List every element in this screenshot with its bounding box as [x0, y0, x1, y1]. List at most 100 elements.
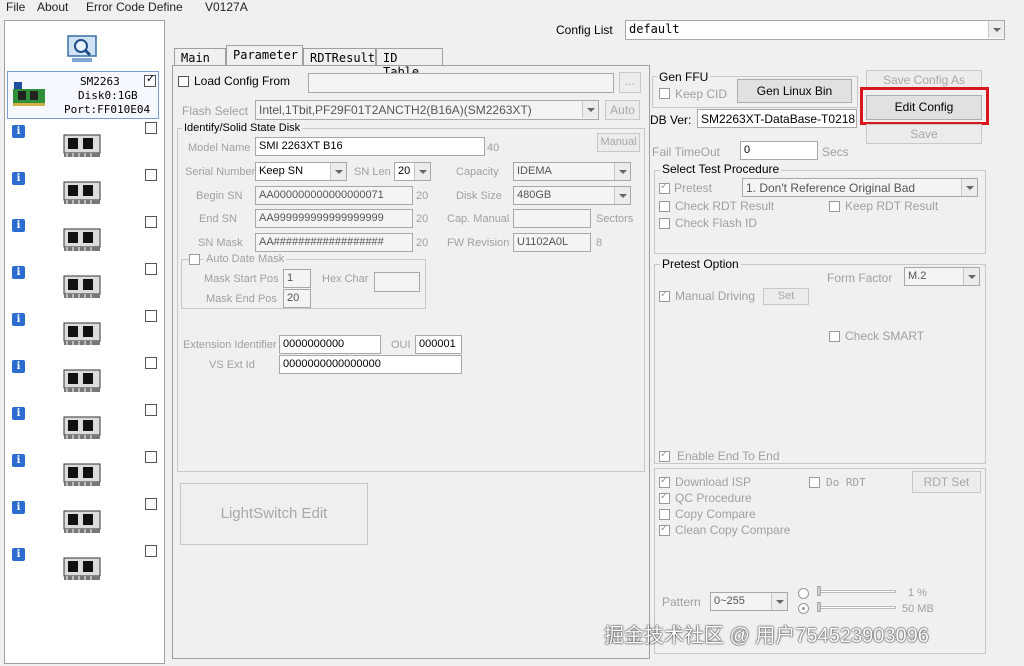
info-icon[interactable]: i: [12, 454, 25, 467]
sn-mask-input[interactable]: AA##################: [255, 233, 413, 252]
port-item[interactable]: i: [8, 498, 158, 541]
slider1-thumb[interactable]: [817, 586, 821, 596]
load-config-path-input[interactable]: [308, 73, 614, 93]
sn-len-combo[interactable]: 20: [394, 162, 431, 181]
model-name-input[interactable]: SMI 2263XT B16: [255, 137, 485, 156]
oui-input[interactable]: 000001: [415, 335, 462, 354]
port-item[interactable]: i: [8, 216, 158, 259]
cap-manual-input[interactable]: [513, 209, 591, 228]
gen-ffu-title: Gen FFU: [657, 70, 711, 84]
mask-start-pos-input[interactable]: 1: [283, 269, 311, 288]
port-checkbox[interactable]: [145, 357, 157, 369]
info-icon[interactable]: i: [12, 313, 25, 326]
clean-copy-compare-checkbox[interactable]: [659, 523, 670, 536]
port-checkbox[interactable]: [145, 404, 157, 416]
disk-size-combo[interactable]: 480GB: [513, 186, 631, 205]
port-item[interactable]: i: [8, 310, 158, 353]
port-item[interactable]: i: [8, 545, 158, 588]
serial-number-combo[interactable]: Keep SN: [255, 162, 347, 181]
serial-number-value: Keep SN: [259, 165, 304, 177]
gen-linux-bin-button[interactable]: Gen Linux Bin: [737, 79, 852, 103]
port-item[interactable]: i: [8, 357, 158, 400]
ssd-board-icon: [63, 510, 101, 533]
port-chip-label: SM2263: [80, 75, 120, 88]
check-smart-checkbox[interactable]: [829, 331, 840, 342]
port-checkbox[interactable]: [145, 169, 157, 181]
do-rdt-checkbox[interactable]: [809, 477, 820, 488]
slider2-track[interactable]: [818, 606, 896, 609]
manual-driving-set-button[interactable]: Set: [763, 288, 809, 305]
download-isp-checkbox[interactable]: [659, 475, 670, 488]
pretest-checkbox[interactable]: [659, 181, 670, 194]
check-flash-id-checkbox[interactable]: [659, 218, 670, 229]
info-icon[interactable]: i: [12, 219, 25, 232]
slider2-thumb[interactable]: [817, 602, 821, 612]
tab-rdt-result[interactable]: RDTResult: [303, 48, 376, 65]
flash-select-combo[interactable]: Intel,1Tbit,PF29F01T2ANCTH2(B16A)(SM2263…: [255, 100, 599, 120]
check-rdt-result-checkbox[interactable]: [659, 201, 670, 212]
auto-date-mask-checkbox[interactable]: [189, 254, 200, 265]
port-checkbox[interactable]: [145, 498, 157, 510]
info-icon[interactable]: i: [12, 407, 25, 420]
begin-sn-input[interactable]: AA000000000000000071: [255, 186, 413, 205]
info-icon[interactable]: i: [12, 548, 25, 561]
port-item[interactable]: i: [8, 451, 158, 494]
keep-cid-checkbox[interactable]: [659, 88, 670, 99]
port-checkbox[interactable]: [145, 545, 157, 557]
port-item[interactable]: i: [8, 169, 158, 212]
enable-end-to-end-checkbox[interactable]: [659, 449, 670, 462]
lightswitch-edit-button[interactable]: LightSwitch Edit: [180, 483, 368, 545]
flash-auto-button[interactable]: Auto: [605, 100, 640, 120]
scan-magnifier-icon[interactable]: [66, 34, 100, 64]
slider1-radio[interactable]: [798, 588, 809, 599]
port-checkbox[interactable]: [145, 216, 157, 228]
rdt-set-button[interactable]: RDT Set: [912, 471, 981, 493]
port-item-selected[interactable]: SM2263 Disk0:1GB Port:FF010E04 ✓: [7, 71, 159, 119]
sn-mask-len: 20: [416, 237, 429, 249]
manual-driving-checkbox[interactable]: [659, 289, 670, 302]
form-factor-combo[interactable]: M.2: [904, 267, 980, 286]
mask-end-pos-input[interactable]: 20: [283, 289, 311, 308]
port-item[interactable]: i: [8, 263, 158, 306]
menu-file[interactable]: File: [6, 0, 25, 14]
manual-button[interactable]: Manual: [597, 133, 640, 152]
port-checkbox[interactable]: [145, 451, 157, 463]
slider2-radio[interactable]: [798, 603, 809, 614]
port-checkbox[interactable]: [145, 263, 157, 275]
port-checkbox[interactable]: [145, 122, 157, 134]
load-config-checkbox[interactable]: [178, 76, 189, 87]
port-item[interactable]: i: [8, 122, 158, 165]
info-icon[interactable]: i: [12, 501, 25, 514]
info-icon[interactable]: i: [12, 172, 25, 185]
menu-about[interactable]: About: [37, 0, 68, 14]
pretest-option-combo[interactable]: 1. Don't Reference Original Bad: [742, 178, 978, 197]
load-config-browse-button[interactable]: ...: [619, 72, 641, 93]
tab-parameter[interactable]: Parameter: [226, 45, 303, 65]
hex-char-input[interactable]: [374, 272, 420, 292]
pattern-combo[interactable]: 0~255: [710, 592, 788, 611]
info-icon[interactable]: i: [12, 266, 25, 279]
slider1-track[interactable]: [818, 590, 896, 593]
pretest-option-value: 1. Don't Reference Original Bad: [746, 181, 916, 195]
oui-label: OUI: [391, 339, 411, 351]
port-checkbox[interactable]: ✓: [144, 73, 156, 87]
info-icon[interactable]: i: [12, 125, 25, 138]
port-checkbox[interactable]: [145, 310, 157, 322]
fail-timeout-input[interactable]: 0: [740, 141, 818, 160]
tab-id-table[interactable]: ID Table: [376, 48, 443, 79]
info-icon[interactable]: i: [12, 360, 25, 373]
end-sn-input[interactable]: AA999999999999999999: [255, 209, 413, 228]
db-ver-input[interactable]: SM2263XT-DataBase-T0218: [697, 109, 857, 128]
copy-compare-checkbox[interactable]: [659, 509, 670, 520]
vs-ext-id-input[interactable]: 0000000000000000: [279, 355, 462, 374]
config-list-select[interactable]: default: [625, 20, 1005, 40]
tab-main[interactable]: Main: [174, 48, 226, 65]
extension-identifier-input[interactable]: 0000000000: [279, 335, 381, 354]
save-button[interactable]: Save: [866, 124, 982, 144]
fw-revision-input[interactable]: U1102A0L: [513, 233, 591, 252]
menu-error-code-define[interactable]: Error Code Define: [86, 0, 183, 14]
capacity-combo[interactable]: IDEMA: [513, 162, 631, 181]
keep-rdt-result-checkbox[interactable]: [829, 201, 840, 212]
qc-procedure-checkbox[interactable]: [659, 491, 670, 504]
port-item[interactable]: i: [8, 404, 158, 447]
